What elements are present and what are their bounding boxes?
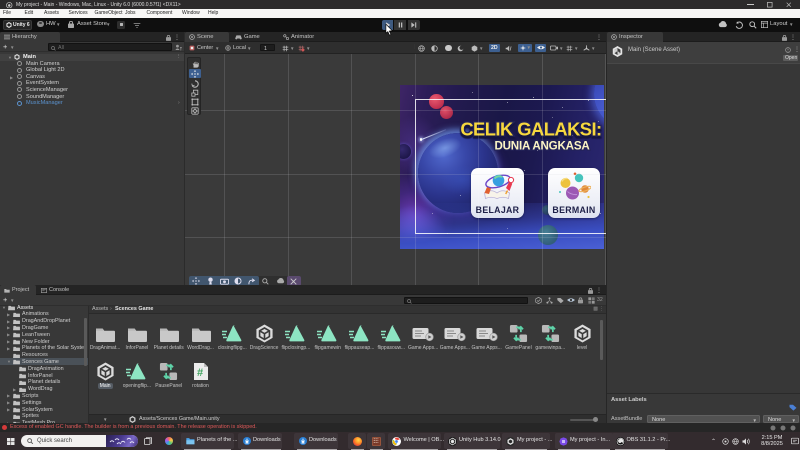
svg-text:#: # bbox=[197, 367, 203, 379]
